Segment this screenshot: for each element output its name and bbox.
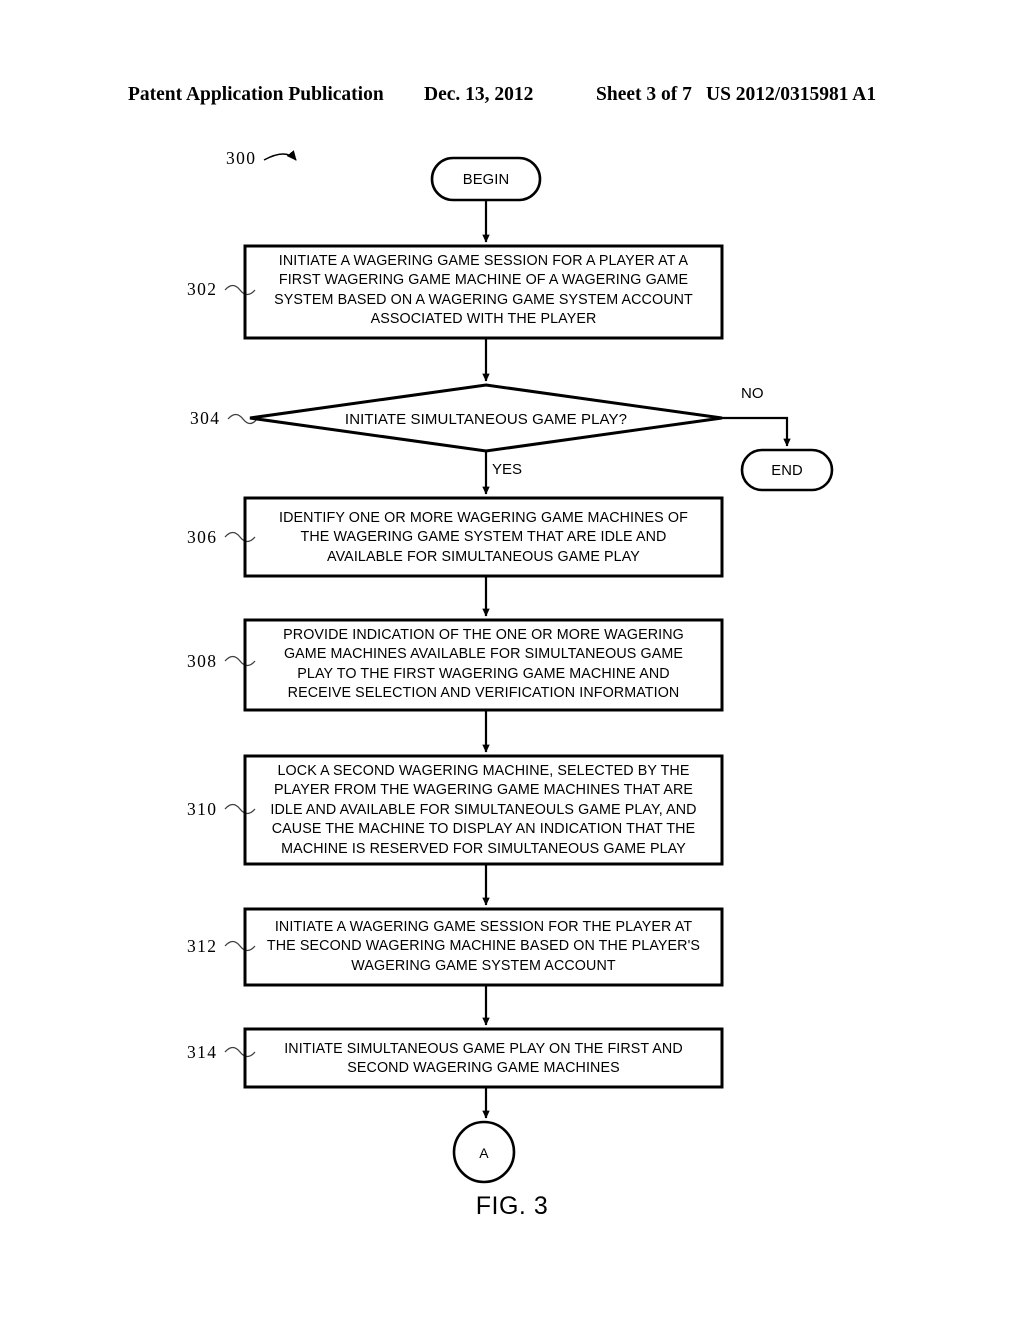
diagram-ref-300: 300 [226, 148, 257, 168]
ref-number-302: 302 [187, 279, 218, 299]
step308-label: PROVIDE INDICATION OF THE ONE OR MORE WA… [283, 627, 684, 702]
step302-label: INITIATE A WAGERING GAME SESSION FOR A P… [274, 253, 693, 328]
connector-a-label: A [479, 1145, 489, 1161]
end-node-label: END [771, 463, 803, 479]
step310-label: LOCK A SECOND WAGERING MACHINE, SELECTED… [270, 763, 697, 857]
figure-caption: FIG. 3 [475, 1192, 549, 1220]
ref-number-314: 314 [187, 1042, 218, 1062]
diagram-ref-leader-arrow [263, 150, 297, 161]
edge-label-yes: YES [492, 461, 523, 478]
ref-number-312: 312 [187, 936, 218, 956]
edge-304-no-to-end [722, 416, 791, 447]
begin-node-label: BEGIN [462, 172, 510, 188]
ref-number-308: 308 [187, 651, 218, 671]
ref-number-306: 306 [187, 527, 218, 547]
step314-label: INITIATE SIMULTANEOUS GAME PLAY ON THE F… [284, 1041, 683, 1077]
ref-number-304: 304 [190, 408, 221, 428]
step312-label: INITIATE A WAGERING GAME SESSION FOR THE… [266, 919, 701, 974]
step304-label: INITIATE SIMULTANEOUS GAME PLAY? [344, 411, 628, 428]
patent-figure-page: Patent Application Publication Dec. 13, … [0, 0, 1024, 1320]
ref-number-310: 310 [187, 799, 218, 819]
step306-label: IDENTIFY ONE OR MORE WAGERING GAME MACHI… [279, 510, 688, 565]
edge-label-no: NO [741, 385, 764, 402]
